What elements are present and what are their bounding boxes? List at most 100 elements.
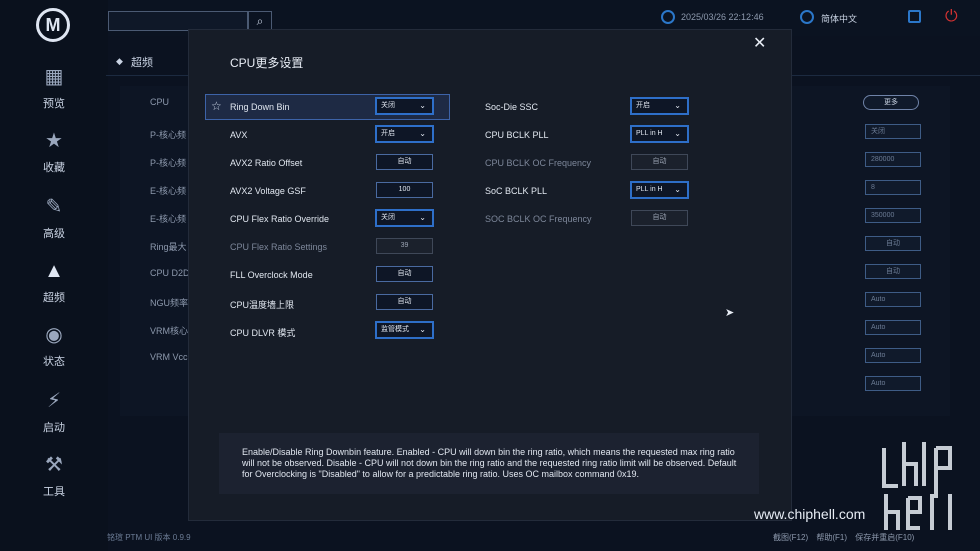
logo-glyph: M bbox=[45, 14, 61, 35]
cpu-bclk-pll-select[interactable]: PLL in H ⌄ bbox=[631, 126, 688, 142]
grid-icon: ▦ bbox=[44, 66, 64, 88]
save-icon[interactable] bbox=[908, 10, 921, 23]
search-icon: ⌕ bbox=[256, 13, 264, 28]
option-description: Enable/Disable Ring Downbin feature. Ena… bbox=[219, 433, 759, 494]
ring-down-bin-select[interactable]: 关闭 ⌄ bbox=[376, 98, 433, 114]
nav-item-overclock[interactable]: ▲ 超频 bbox=[0, 258, 108, 318]
option-label: FLL Overclock Mode bbox=[230, 270, 313, 280]
cpu-bclk-oc-frequency-field: 自动 bbox=[631, 154, 688, 170]
chevron-down-icon: ⌄ bbox=[419, 325, 426, 334]
select-value: 开启 bbox=[636, 102, 650, 109]
datetime: 2025/03/26 22:12:46 bbox=[681, 12, 764, 22]
select-value: 开启 bbox=[381, 130, 395, 137]
avx-select[interactable]: 开启 ⌄ bbox=[376, 126, 433, 142]
avx2-voltage-gsf-field[interactable]: 100 bbox=[376, 182, 433, 198]
chevron-down-icon: ⌄ bbox=[674, 129, 681, 138]
nav-label: 超频 bbox=[43, 292, 65, 304]
brand-logo: M bbox=[36, 8, 70, 42]
bg-row-label: P-核心频 bbox=[150, 158, 187, 168]
bg-control[interactable]: 关闭 bbox=[865, 124, 921, 139]
chevron-down-icon: ⌄ bbox=[419, 129, 426, 138]
bg-control[interactable]: Auto bbox=[865, 376, 921, 391]
star-icon[interactable]: ☆ bbox=[211, 99, 222, 113]
option-label: AVX2 Voltage GSF bbox=[230, 186, 306, 196]
option-label: CPU Flex Ratio Settings bbox=[230, 242, 328, 252]
option-label: CPU DLVR 模式 bbox=[230, 328, 296, 338]
nav-item-boot[interactable]: ⚡ 启动 bbox=[0, 388, 108, 448]
bg-control[interactable]: 自动 bbox=[865, 236, 921, 251]
diamond-icon: ◆ bbox=[116, 56, 123, 66]
option-label: CPU Flex Ratio Override bbox=[230, 214, 330, 224]
chevron-down-icon: ⌄ bbox=[674, 185, 681, 194]
section-title: 超频 bbox=[131, 57, 153, 69]
nav-item-favorites[interactable]: ★ 收藏 bbox=[0, 128, 108, 188]
bg-row-label: NGU频率 bbox=[150, 298, 188, 308]
option-label: Ring Down Bin bbox=[230, 102, 290, 112]
star-icon: ★ bbox=[45, 130, 63, 152]
nav-item-status[interactable]: ◉ 状态 bbox=[0, 322, 108, 382]
more-button[interactable]: 更多 bbox=[863, 95, 919, 110]
cpu-flex-ratio-settings-field: 39 bbox=[376, 238, 433, 254]
cpu-temp-limit-field[interactable]: 自动 bbox=[376, 294, 433, 310]
version-label: 铭瑄 PTM UI 版本 0.9.9 bbox=[107, 533, 191, 542]
cpu-settings-modal: CPU更多设置 ✕ ☆ Ring Down Bin 关闭 ⌄ AVX 开启 ⌄ AV… bbox=[189, 30, 791, 520]
chevron-down-icon: ⌄ bbox=[674, 101, 681, 110]
bg-control[interactable]: 自动 bbox=[865, 264, 921, 279]
bg-control[interactable]: Auto bbox=[865, 320, 921, 335]
close-icon[interactable]: ✕ bbox=[753, 33, 766, 53]
bg-control[interactable]: Auto bbox=[865, 292, 921, 307]
cpu-flex-ratio-override-select[interactable]: 关闭 ⌄ bbox=[376, 210, 433, 226]
select-value: PLL in H bbox=[636, 186, 663, 193]
bg-row-label: CPU bbox=[150, 97, 170, 107]
bg-row-label: E-核心频 bbox=[150, 186, 187, 196]
option-label: AVX2 Ratio Offset bbox=[230, 158, 303, 168]
search-input[interactable] bbox=[108, 11, 248, 31]
globe-icon[interactable] bbox=[800, 10, 814, 24]
nav-label: 工具 bbox=[43, 486, 65, 498]
modal-title: CPU更多设置 bbox=[230, 56, 304, 70]
gauge-icon: ◉ bbox=[45, 324, 63, 346]
wrench-icon: ✎ bbox=[45, 196, 63, 218]
fll-overclock-mode-field[interactable]: 自动 bbox=[376, 266, 433, 282]
nav-item-preview[interactable]: ▦ 预览 bbox=[0, 64, 108, 124]
clock-icon bbox=[661, 10, 675, 24]
select-value: 关闭 bbox=[381, 102, 395, 109]
select-value: PLL in H bbox=[636, 130, 663, 137]
soc-bclk-oc-frequency-field: 自动 bbox=[631, 210, 688, 226]
bg-control[interactable]: 350000 bbox=[865, 208, 921, 223]
avx2-ratio-offset-field[interactable]: 自动 bbox=[376, 154, 433, 170]
bg-control[interactable]: 8 bbox=[865, 180, 921, 195]
bg-control[interactable]: Auto bbox=[865, 348, 921, 363]
chiphell-watermark-logo bbox=[882, 442, 952, 530]
option-label: SOC BCLK OC Frequency bbox=[485, 214, 592, 224]
language-selector[interactable]: 简体中文 bbox=[821, 12, 857, 25]
chevron-down-icon: ⌄ bbox=[419, 213, 426, 222]
bg-row-label: VRM Vcc bbox=[150, 352, 188, 362]
cpu-dlvr-mode-select[interactable]: 监管模式 ⌄ bbox=[376, 322, 433, 338]
ssd-icon: ⚡ bbox=[46, 390, 62, 412]
rocket-icon: ▲ bbox=[44, 260, 64, 282]
option-label: SoC BCLK PLL bbox=[485, 186, 548, 196]
nav-label: 预览 bbox=[43, 98, 65, 110]
nav-label: 状态 bbox=[43, 356, 65, 368]
mouse-cursor-icon: ➤ bbox=[725, 307, 735, 319]
option-label: Soc-Die SSC bbox=[485, 102, 539, 112]
hammer-icon: ⚒ bbox=[45, 454, 63, 476]
nav-label: 启动 bbox=[43, 422, 65, 434]
option-label: CPU BCLK PLL bbox=[485, 130, 549, 140]
option-label: CPU温度墙上限 bbox=[230, 300, 295, 310]
soc-bclk-pll-select[interactable]: PLL in H ⌄ bbox=[631, 182, 688, 198]
power-icon[interactable]: ⏻ bbox=[945, 8, 958, 26]
nav-label: 收藏 bbox=[43, 162, 65, 174]
option-label: AVX bbox=[230, 130, 248, 140]
bg-row-label: VRM核心 bbox=[150, 326, 188, 336]
bg-row-label: CPU D2D bbox=[150, 268, 190, 278]
nav-label: 高级 bbox=[43, 228, 65, 240]
search-button[interactable]: ⌕ bbox=[248, 11, 272, 31]
bg-control[interactable]: 280000 bbox=[865, 152, 921, 167]
select-value: 监管模式 bbox=[381, 326, 409, 333]
soc-die-ssc-select[interactable]: 开启 ⌄ bbox=[631, 98, 688, 114]
nav-item-tools[interactable]: ⚒ 工具 bbox=[0, 452, 108, 512]
bg-row-label: P-核心频 bbox=[150, 130, 187, 140]
nav-item-advanced[interactable]: ✎ 高级 bbox=[0, 194, 108, 254]
